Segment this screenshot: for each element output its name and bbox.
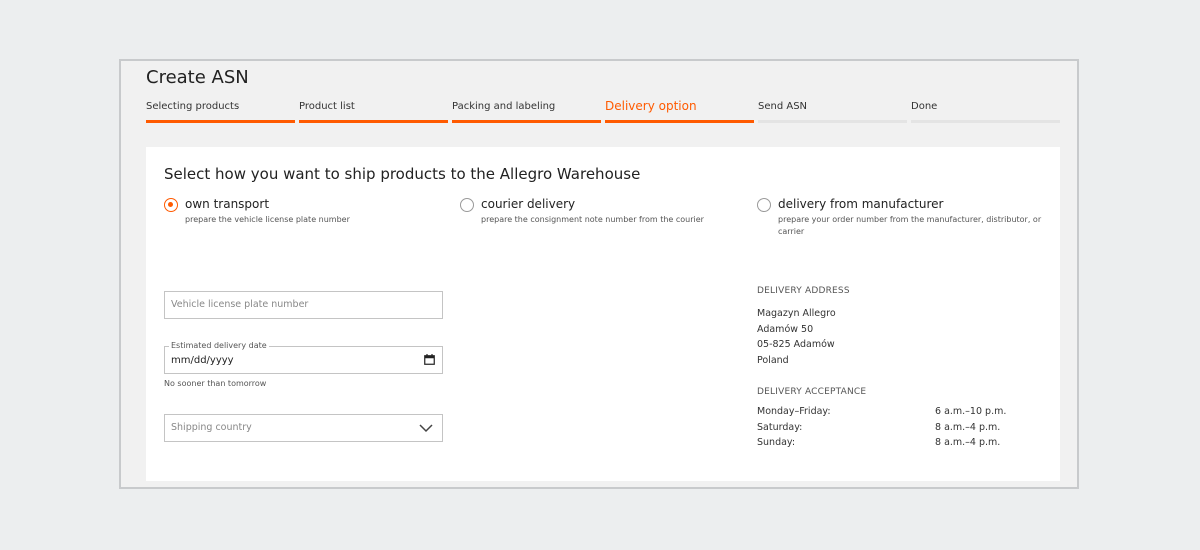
step-progress-bar bbox=[452, 120, 601, 123]
radio-label: delivery from manufacturer bbox=[778, 197, 944, 211]
hours-row: Saturday: 8 a.m.–4 p.m. bbox=[757, 422, 1047, 438]
radio-label: own transport bbox=[185, 197, 270, 211]
hours-time: 8 a.m.–4 p.m. bbox=[935, 437, 1001, 448]
step-progress-bar bbox=[911, 120, 1060, 123]
step-selecting-products[interactable]: Selecting products bbox=[146, 101, 295, 123]
step-done: Done bbox=[911, 101, 1060, 123]
chevron-down-icon bbox=[419, 424, 433, 433]
delivery-address: DELIVERY ADDRESS Magazyn Allegro Adamów … bbox=[757, 286, 850, 368]
radio-label: courier delivery bbox=[481, 197, 576, 211]
hours-row: Monday–Friday: 6 a.m.–10 p.m. bbox=[757, 406, 1047, 422]
radio-unselected-icon[interactable] bbox=[757, 198, 771, 212]
address-line: Magazyn Allegro bbox=[757, 308, 836, 319]
delivery-option-card: Select how you want to ship products to … bbox=[146, 147, 1060, 481]
radio-unselected-icon[interactable] bbox=[460, 198, 474, 212]
step-label: Done bbox=[911, 101, 938, 112]
radio-hint: prepare your order number from the manuf… bbox=[778, 215, 1042, 236]
section-heading: Select how you want to ship products to … bbox=[164, 165, 641, 183]
radio-hint: prepare the consignment note number from… bbox=[481, 215, 704, 224]
delivery-date-label: Estimated delivery date bbox=[169, 341, 269, 350]
hours-time: 8 a.m.–4 p.m. bbox=[935, 421, 1001, 433]
radio-hint: prepare the vehicle license plate number bbox=[185, 215, 350, 224]
license-plate-input[interactable]: Vehicle license plate number bbox=[164, 291, 443, 319]
calendar-icon[interactable] bbox=[424, 354, 435, 365]
step-label: Selecting products bbox=[146, 101, 240, 112]
step-label: Delivery option bbox=[605, 99, 697, 113]
step-label: Product list bbox=[299, 101, 355, 112]
step-send-asn: Send ASN bbox=[758, 101, 907, 123]
step-packing-and-labeling[interactable]: Packing and labeling bbox=[452, 101, 601, 123]
step-progress-bar bbox=[299, 120, 448, 123]
step-label: Send ASN bbox=[758, 101, 808, 112]
step-delivery-option[interactable]: Delivery option bbox=[605, 99, 754, 123]
progress-stepper: Selecting products Product list Packing … bbox=[146, 99, 1060, 125]
delivery-acceptance: DELIVERY ACCEPTANCE Monday–Friday: 6 a.m… bbox=[757, 387, 1047, 453]
step-label: Packing and labeling bbox=[452, 101, 556, 112]
delivery-acceptance-heading: DELIVERY ACCEPTANCE bbox=[757, 387, 867, 397]
address-line: Adamów 50 bbox=[757, 323, 814, 335]
shipping-country-placeholder: Shipping country bbox=[171, 422, 252, 433]
create-asn-window: Create ASN Selecting products Product li… bbox=[119, 59, 1079, 489]
step-product-list[interactable]: Product list bbox=[299, 101, 448, 123]
address-line: Poland bbox=[757, 354, 789, 366]
page-title: Create ASN bbox=[146, 67, 249, 88]
address-line: 05-825 Adamów bbox=[757, 339, 835, 350]
hours-day: Saturday: bbox=[757, 421, 803, 433]
hours-day: Monday–Friday: bbox=[757, 406, 831, 417]
license-plate-placeholder: Vehicle license plate number bbox=[171, 299, 309, 310]
delivery-date-helper: No sooner than tomorrow bbox=[164, 379, 267, 388]
hours-day: Sunday: bbox=[757, 437, 796, 448]
step-progress-bar bbox=[146, 120, 295, 123]
step-progress-bar bbox=[758, 120, 907, 123]
delivery-address-heading: DELIVERY ADDRESS bbox=[757, 286, 850, 296]
shipping-country-select[interactable]: Shipping country bbox=[164, 414, 443, 442]
step-progress-bar bbox=[605, 120, 754, 123]
radio-selected-icon[interactable] bbox=[164, 198, 178, 212]
hours-row: Sunday: 8 a.m.–4 p.m. bbox=[757, 437, 1047, 453]
hours-time: 6 a.m.–10 p.m. bbox=[935, 406, 1007, 417]
delivery-date-value: mm/dd/yyyy bbox=[171, 355, 234, 366]
delivery-date-input[interactable]: Estimated delivery date mm/dd/yyyy bbox=[164, 341, 443, 374]
